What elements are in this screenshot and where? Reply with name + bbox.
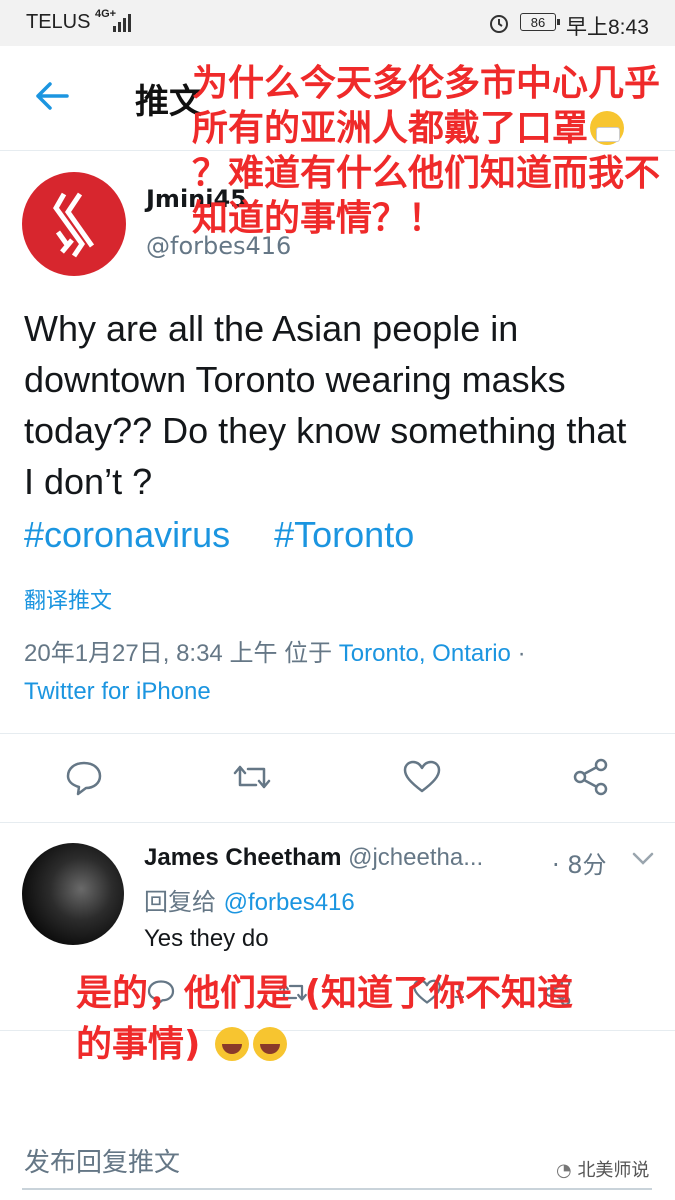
annotation-top: 为什么今天多伦多市中心几乎所有的亚洲人都戴了口罩？难道有什么他们知道而我不知道的… (192, 61, 662, 241)
author-avatar[interactable] (22, 172, 126, 276)
compose-underline (22, 1188, 652, 1190)
tweet-meta: 20年1月27日, 8:34 上午 位于 Toronto, Ontario · (24, 636, 664, 672)
status-bar: TELUS 4G+ 86 早上8:43 (0, 0, 675, 46)
tweet-action-bar (0, 752, 675, 802)
meta-divider (0, 733, 675, 734)
location-prefix: 位于 (284, 640, 333, 667)
reply-text: Yes they do (144, 925, 269, 952)
annotation-top-text: 为什么今天多伦多市中心几乎所有的亚洲人都戴了口罩 (192, 63, 661, 149)
translate-tweet-link[interactable]: 翻译推文 (24, 583, 112, 615)
retweet-icon[interactable] (232, 757, 272, 797)
reply-avatar[interactable] (22, 843, 124, 945)
like-icon[interactable] (402, 757, 442, 797)
clock: 早上8:43 (566, 16, 649, 39)
wechat-icon: ◔ (556, 1160, 578, 1181)
reply-header: James Cheetham @jcheetha... (144, 844, 483, 872)
hashtag-link[interactable]: #coronavirus (24, 514, 230, 555)
back-arrow-icon[interactable] (34, 80, 70, 112)
logo-icon (53, 192, 95, 258)
hashtag-link[interactable]: #Toronto (274, 514, 414, 555)
tweet-timestamp: 20年1月27日, 8:34 上午 (24, 640, 278, 667)
tweet-text: Why are all the Asian people in downtown… (24, 308, 627, 502)
battery-indicator: 86 (520, 13, 560, 31)
carrier-label: TELUS (26, 11, 91, 33)
watermark-text: 北美师说 (577, 1160, 650, 1181)
reply-author-handle[interactable]: @jcheetha... (348, 844, 483, 871)
replying-to: 回复给 @forbes416 (144, 882, 355, 917)
tears-of-joy-emoji-icon (253, 1027, 288, 1061)
tweet-source-link[interactable]: Twitter for iPhone (24, 674, 211, 710)
chevron-down-icon[interactable] (632, 852, 654, 866)
annotation-bottom: 是的，他们是 (知道了你不知道的事情) (76, 968, 596, 1070)
watermark: ◔ 北美师说 (556, 1156, 649, 1182)
alarm-icon (490, 15, 508, 33)
reply-author-name[interactable]: James Cheetham (144, 844, 341, 871)
mask-face-emoji-icon (590, 111, 625, 145)
reply-compose-input[interactable]: 发布回复推文 (24, 1142, 180, 1179)
reply-icon[interactable] (64, 757, 104, 797)
location-link[interactable]: Toronto, Ontario (339, 640, 511, 667)
signal-icon (113, 14, 131, 32)
annotation-bottom-text: 是的，他们是 (知道了你不知道的事情) (76, 973, 573, 1065)
meta-separator: · (517, 640, 526, 667)
share-icon[interactable] (571, 757, 611, 797)
reply-time: · 8分 (552, 851, 607, 879)
replying-to-label: 回复给 (144, 888, 216, 916)
replying-to-handle[interactable]: @forbes416 (224, 889, 355, 916)
annotation-top-tail: ？难道有什么他们知道而我不知道的事情？！ (192, 153, 661, 239)
actions-divider (0, 822, 675, 823)
tears-of-joy-emoji-icon (215, 1027, 250, 1061)
hashtag-list: #coronavirus #Toronto (24, 509, 448, 560)
